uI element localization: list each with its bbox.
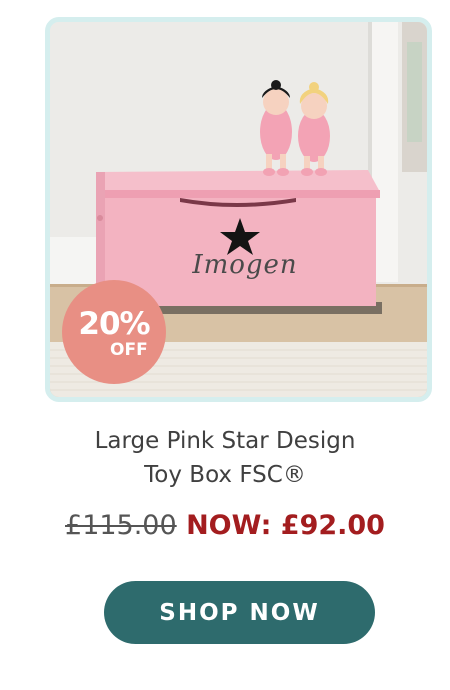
shop-now-button[interactable]: SHOP NOW [104,581,375,644]
product-title[interactable]: Large Pink Star Design Toy Box FSC® [0,424,450,492]
discount-badge: 20% OFF [62,280,166,384]
product-card: Imogen 20% OFF Large Pink Star Design To… [0,0,450,690]
price-row: £115.00 NOW: £92.00 [0,510,450,541]
product-title-line1[interactable]: Large Pink Star Design [0,424,450,458]
product-title-line2[interactable]: Toy Box FSC® [0,458,450,492]
discount-percent: 20% [78,306,150,342]
discount-off-label: OFF [110,340,148,360]
original-price: £115.00 [65,510,177,541]
sale-price: NOW: £92.00 [186,510,385,541]
box-name-label: Imogen [192,250,298,280]
